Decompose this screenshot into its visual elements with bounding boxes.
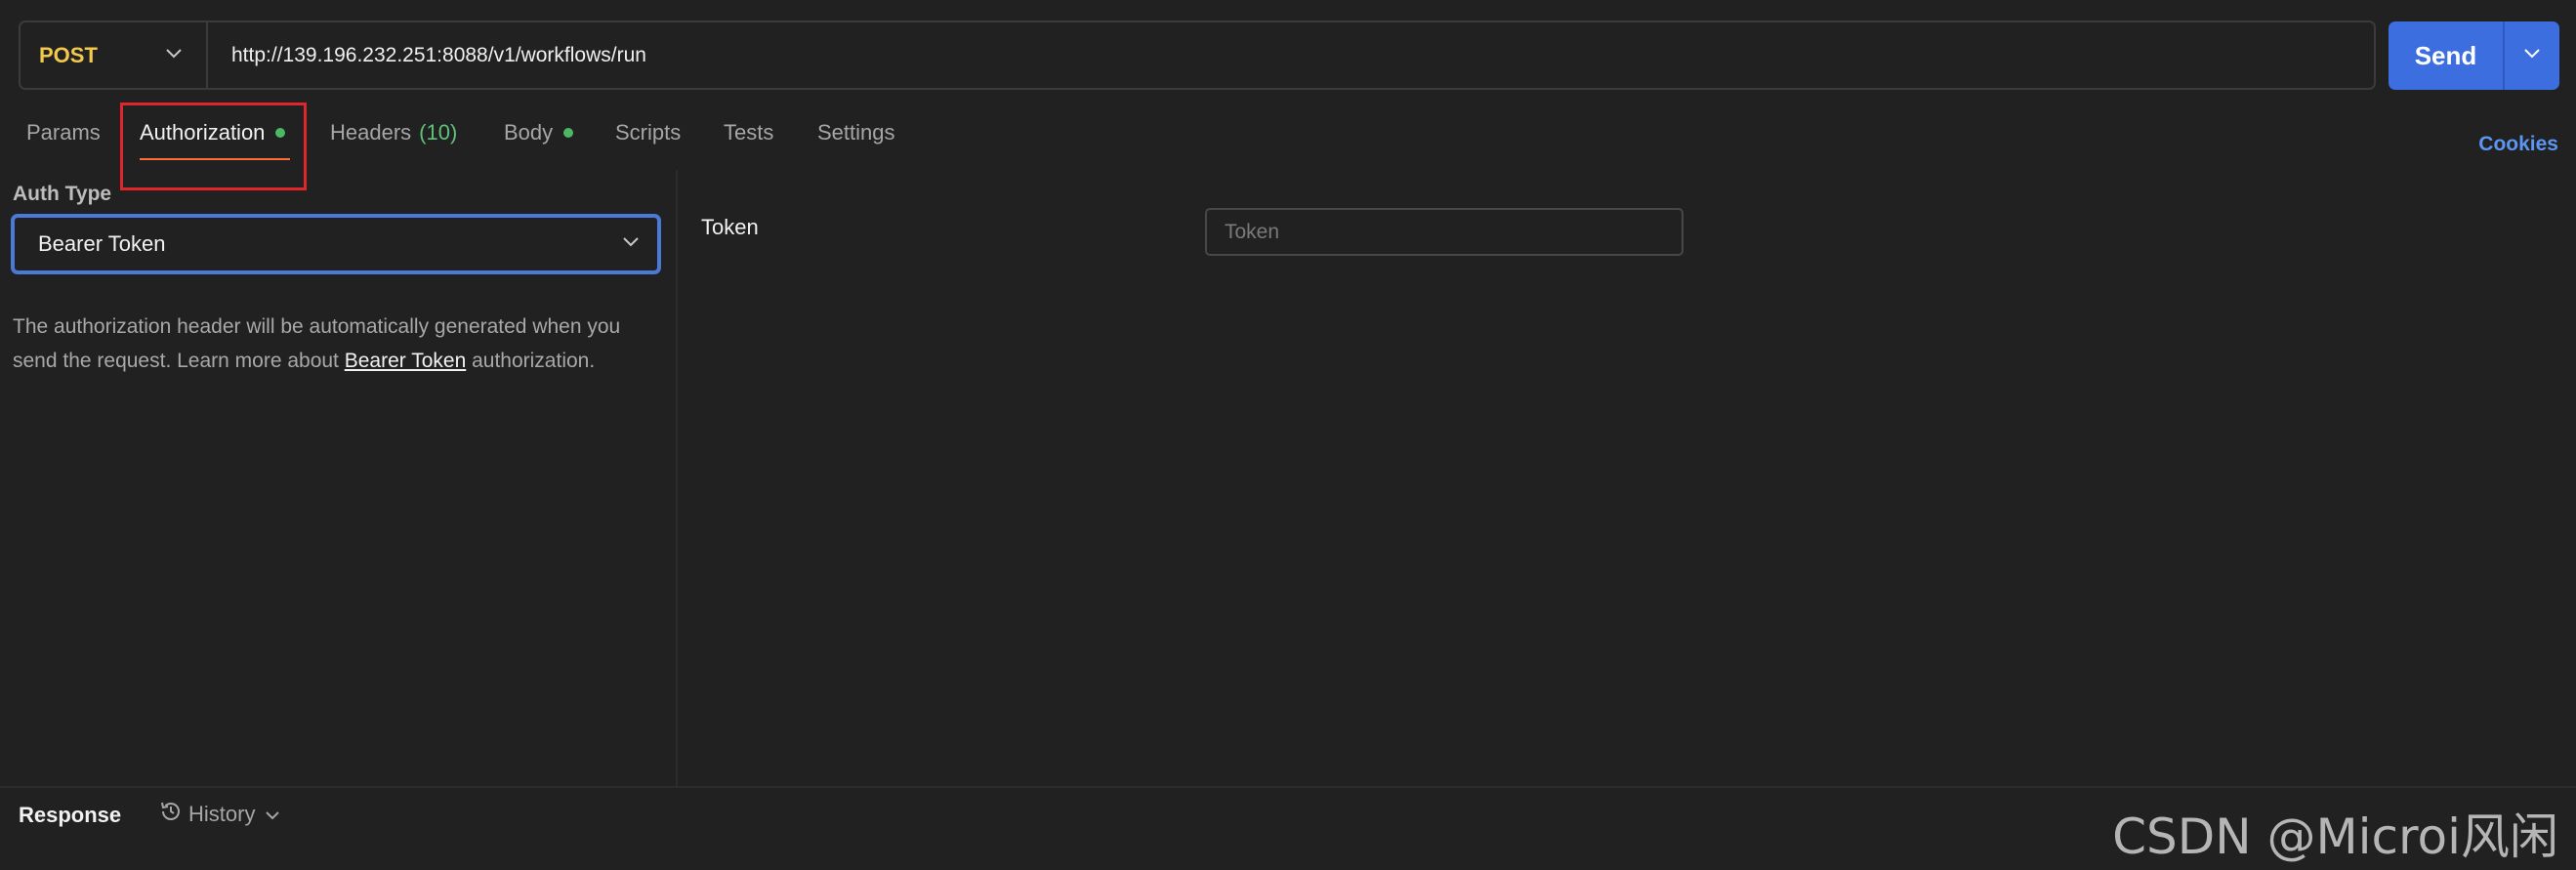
tab-label: Params	[26, 120, 101, 145]
tab-label: Body	[504, 120, 554, 145]
history-icon	[159, 800, 188, 829]
response-label[interactable]: Response	[19, 803, 121, 828]
tab-tests[interactable]: Tests	[724, 102, 773, 164]
tab-scripts[interactable]: Scripts	[615, 102, 681, 164]
status-dot-icon	[563, 128, 574, 138]
token-label: Token	[701, 215, 759, 239]
chevron-down-icon	[2523, 47, 2541, 64]
tab-label: Settings	[817, 120, 895, 145]
tab-headers[interactable]: Headers (10)	[330, 102, 457, 164]
url-bar: POST http://139.196.232.251:8088/v1/work…	[19, 21, 2376, 90]
tab-label: Scripts	[615, 120, 682, 145]
send-button-group: Send	[2389, 21, 2559, 90]
tab-params[interactable]: Params	[26, 102, 101, 164]
auth-type-label: Auth Type	[13, 183, 112, 205]
auth-type-value: Bearer Token	[38, 231, 166, 256]
method-label: POST	[39, 42, 98, 67]
chevron-down-icon	[622, 235, 640, 253]
chevron-down-icon	[165, 47, 183, 64]
auth-description: The authorization header will be automat…	[13, 310, 638, 378]
cookies-link[interactable]: Cookies	[2478, 133, 2558, 156]
auth-settings-pane: Auth Type Bearer Token The authorization…	[0, 170, 678, 786]
auth-description-suffix: authorization.	[466, 350, 596, 372]
tab-label: Headers	[330, 120, 412, 145]
tab-label: Tests	[724, 120, 774, 145]
tab-body[interactable]: Body	[504, 102, 574, 164]
history-dropdown[interactable]: History	[159, 800, 286, 829]
tab-count: (10)	[419, 120, 458, 145]
url-input[interactable]: http://139.196.232.251:8088/v1/workflows…	[208, 44, 646, 67]
method-select[interactable]: POST	[21, 22, 208, 88]
chevron-down-icon	[265, 802, 286, 827]
send-button[interactable]: Send	[2389, 21, 2503, 90]
csdn-watermark: CSDN @Microi风闲	[2112, 808, 2558, 865]
bearer-token-doc-link[interactable]: Bearer Token	[345, 350, 467, 372]
auth-type-select[interactable]: Bearer Token	[11, 214, 661, 274]
bottom-bar: Response History CSDN @Microi风闲	[0, 786, 2576, 870]
history-label: History	[188, 802, 256, 826]
token-input[interactable]	[1205, 208, 1683, 256]
postman-request-editor: POST http://139.196.232.251:8088/v1/work…	[0, 0, 2576, 870]
send-options-button[interactable]	[2503, 21, 2559, 90]
tab-settings[interactable]: Settings	[817, 102, 895, 164]
